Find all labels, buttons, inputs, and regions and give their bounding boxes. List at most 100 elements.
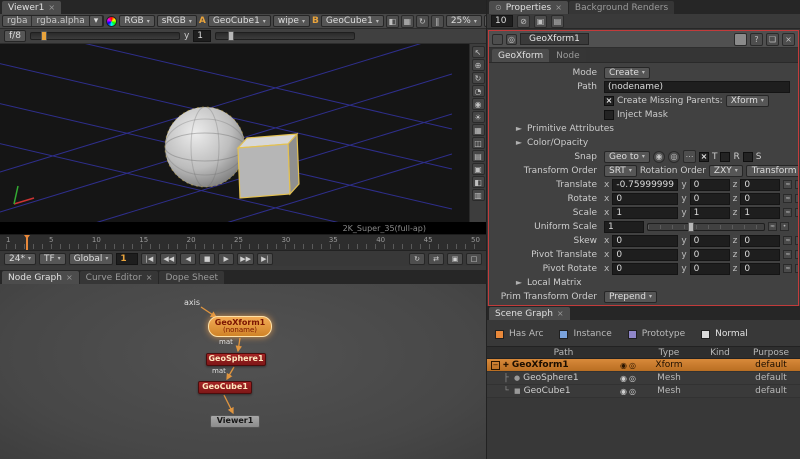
prim-transform-order-dropdown[interactable]: Prepend▾	[604, 291, 657, 303]
arc-indicator-icon[interactable]: ◉	[620, 387, 627, 396]
playhead[interactable]	[26, 235, 28, 250]
input-a-dropdown[interactable]: GeoCube1▾	[208, 15, 271, 27]
lock-panels-icon[interactable]: ▤	[551, 15, 564, 28]
rotation-order-dropdown[interactable]: ZXY▾	[709, 165, 743, 177]
collapse-toggle-icon[interactable]: −	[491, 361, 500, 370]
tab-node-graph[interactable]: Node Graph×	[2, 271, 79, 284]
curve-icon[interactable]: •	[795, 208, 799, 217]
input-b-dropdown[interactable]: GeoCube1▾	[321, 15, 384, 27]
inject-mask-checkbox[interactable]	[604, 110, 614, 120]
close-icon[interactable]: ×	[557, 309, 564, 318]
translate-x-field[interactable]	[612, 179, 678, 191]
stop-button[interactable]: ■	[199, 253, 215, 265]
curve-icon[interactable]: •	[795, 194, 799, 203]
tab-scene-graph[interactable]: Scene Graph ×	[489, 307, 570, 320]
refresh-icon[interactable]: ↻	[416, 15, 429, 28]
close-icon[interactable]: ×	[146, 273, 153, 282]
gamma-field[interactable]	[193, 30, 211, 42]
pivot-translate-y-field[interactable]	[690, 249, 730, 261]
help-icon[interactable]: ?	[750, 33, 763, 46]
create-missing-parents-dropdown[interactable]: Xform▾	[726, 95, 769, 107]
pin-panels-icon[interactable]: ▣	[534, 15, 547, 28]
create-missing-parents-checkbox[interactable]: ×	[604, 96, 614, 106]
tab-viewer1[interactable]: Viewer1 ×	[2, 1, 61, 14]
node-geosphere1[interactable]: GeoSphere1	[206, 353, 266, 366]
current-frame-field[interactable]	[116, 253, 138, 265]
curve-icon[interactable]: •	[795, 264, 799, 273]
column-purpose[interactable]: Purpose	[742, 348, 800, 358]
skew-x-field[interactable]	[612, 235, 678, 247]
play-forward-fast-button[interactable]: ▶▶	[237, 253, 254, 265]
skew-y-field[interactable]	[690, 235, 730, 247]
visibility-eye-icon[interactable]: ◎	[629, 374, 636, 383]
frame-range-dropdown[interactable]: Global▾	[69, 253, 114, 265]
node-geoxform1[interactable]: GeoXform1 (noname)	[208, 316, 272, 337]
rotate-y-field[interactable]	[690, 193, 730, 205]
visibility-eye-icon[interactable]: ◎	[629, 387, 636, 396]
wipe-split-icon[interactable]: ◧	[386, 15, 399, 28]
tab-node[interactable]: Node	[550, 49, 586, 62]
close-icon[interactable]: ×	[48, 3, 55, 12]
color-opacity-group[interactable]: ►Color/Opacity	[491, 136, 796, 149]
rotate-x-field[interactable]	[612, 193, 678, 205]
camera-tool-icon[interactable]: ◉	[472, 98, 485, 110]
snap-geo-icon[interactable]: ◉	[653, 151, 665, 163]
tab-curve-editor[interactable]: Curve Editor×	[80, 271, 159, 284]
animation-menu-icon[interactable]: ≈	[768, 222, 777, 231]
pivot-rotate-y-field[interactable]	[690, 263, 730, 275]
snap-dropdown[interactable]: Geo to▾	[604, 151, 650, 163]
animation-menu-icon[interactable]: ≈	[783, 180, 792, 189]
scene-graph-row-geocube1[interactable]: └ ■ GeoCube1 ◉◎ Mesh default	[487, 385, 800, 398]
fullscreen-icon[interactable]: □	[466, 253, 482, 265]
goto-start-button[interactable]: |◀	[141, 253, 157, 265]
path-field[interactable]	[604, 81, 790, 93]
uniform-scale-slider[interactable]	[647, 223, 765, 231]
scene-graph-row-geoxform1[interactable]: − ✚ GeoXform1 ◉◎ Xform default	[487, 359, 800, 372]
gain-slider-handle[interactable]	[41, 31, 47, 41]
tab-dope-sheet[interactable]: Dope Sheet	[159, 271, 224, 284]
scale-y-field[interactable]	[690, 207, 730, 219]
close-icon[interactable]: ×	[555, 3, 562, 12]
animation-menu-icon[interactable]: ≈	[783, 194, 792, 203]
panel-stack-limit-field[interactable]	[491, 15, 513, 27]
tab-properties[interactable]: ⊙ Properties ×	[489, 1, 568, 14]
scale-z-field[interactable]	[740, 207, 780, 219]
viewport-3d[interactable]: ↖ ⊕ ↻ ◔ ◉ ☀ ▦ ◫ ▤ ▣ ◧ ▥	[0, 44, 486, 222]
snap-t-checkbox[interactable]: ×	[699, 152, 709, 162]
curve-icon[interactable]: •	[795, 180, 799, 189]
bounce-icon[interactable]: ⇄	[428, 253, 444, 265]
column-type[interactable]: Type	[640, 348, 698, 358]
node-graph-canvas[interactable]: axis GeoXform1 (noname) mat GeoSphere1 m…	[0, 284, 486, 459]
pivot-translate-z-field[interactable]	[740, 249, 780, 261]
channel-selector[interactable]: rgba rgba.alpha ▾	[2, 15, 104, 27]
close-icon[interactable]: ×	[66, 273, 73, 282]
pin-icon[interactable]: ⊙	[495, 3, 502, 12]
transform-order-dropdown[interactable]: SRT▾	[604, 165, 637, 177]
gamma-slider[interactable]	[215, 32, 355, 40]
snap-pivot-icon[interactable]: ◎	[668, 151, 680, 163]
rotate-z-field[interactable]	[740, 193, 780, 205]
tab-background-renders[interactable]: Background Renders	[569, 1, 674, 14]
overlay-icon[interactable]: ▥	[472, 189, 485, 201]
scale-tool-icon[interactable]: ◔	[472, 85, 485, 97]
tf-dropdown[interactable]: TF▾	[39, 253, 66, 265]
wipe-mode-dropdown[interactable]: wipe▾	[273, 15, 310, 27]
transform-data-button[interactable]: Transform Data	[746, 165, 799, 177]
zoom-level-dropdown[interactable]: 25%▾	[446, 15, 482, 27]
range-lock-icon[interactable]: ▣	[447, 253, 463, 265]
color-wheel-icon[interactable]	[106, 16, 117, 27]
goto-end-button[interactable]: ▶|	[257, 253, 273, 265]
shading-mode-icon[interactable]: ◫	[472, 137, 485, 149]
step-back-button[interactable]: ◀	[180, 253, 196, 265]
curve-icon[interactable]: •	[795, 250, 799, 259]
animation-menu-icon[interactable]: ≈	[783, 264, 792, 273]
pivot-rotate-z-field[interactable]	[740, 263, 780, 275]
snap-s-checkbox[interactable]	[743, 152, 753, 162]
animation-menu-icon[interactable]: ≈	[783, 208, 792, 217]
skew-z-field[interactable]	[740, 235, 780, 247]
display-grid-icon[interactable]: ▦	[472, 124, 485, 136]
rotate-tool-icon[interactable]: ↻	[472, 72, 485, 84]
gain-slider[interactable]	[30, 32, 180, 40]
local-matrix-group[interactable]: ►Local Matrix	[491, 276, 796, 289]
node-geocube1[interactable]: GeoCube1	[198, 381, 252, 394]
